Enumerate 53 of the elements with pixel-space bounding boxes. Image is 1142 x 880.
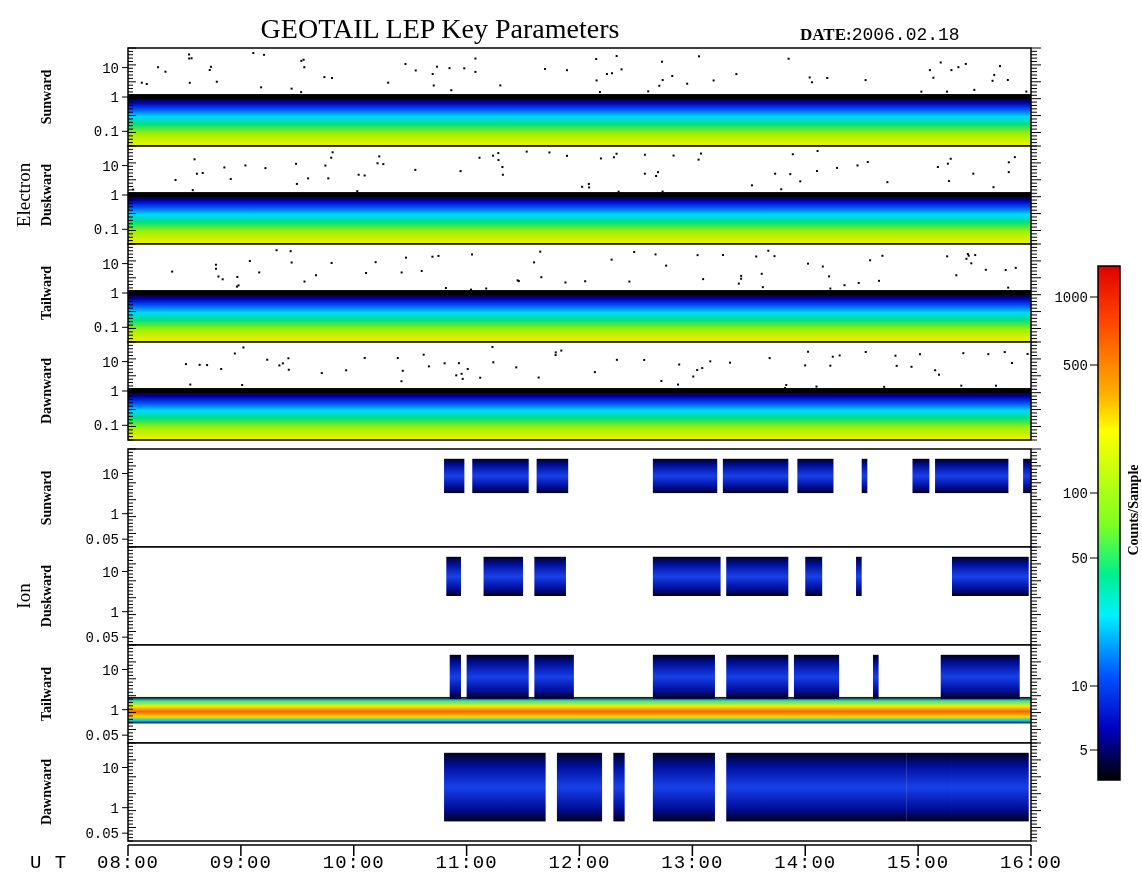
color-scale-title: Counts/Sample xyxy=(1126,464,1141,556)
axis-tick-label: 0.1 xyxy=(93,418,119,435)
panel-label: Dawnward xyxy=(39,357,54,425)
axis-tick-label: 0.05 xyxy=(85,532,119,549)
axis-tick-label: 0.1 xyxy=(93,320,119,337)
axis-tick-label: 15:00 xyxy=(887,852,950,874)
panel-label: Sunward xyxy=(39,69,54,125)
color-scale-label: 1000 xyxy=(1054,290,1088,306)
axis-tick-label: 16:00 xyxy=(1000,852,1062,874)
axis-tick-label: 10 xyxy=(102,158,119,175)
panel-label: Tailward xyxy=(39,266,54,320)
axis-tick-label: 1 xyxy=(110,188,119,204)
axis-tick-label: 08:00 xyxy=(97,852,159,874)
panel-label: Dawnward xyxy=(39,758,54,826)
color-scale-label: 100 xyxy=(1062,486,1088,502)
axis-tick-label: 1 xyxy=(110,702,119,719)
axis-tick-label: 1 xyxy=(110,506,119,523)
axis-tick-label: 10 xyxy=(102,466,119,483)
axis-tick-label: 0.05 xyxy=(85,728,119,745)
group-label: Ion xyxy=(13,583,34,609)
axis-tick-label: 0.05 xyxy=(85,630,119,647)
axis-tick-label: 10 xyxy=(102,564,119,581)
axis-tick-label: 10 xyxy=(102,760,119,777)
axis-tick-label: 0.1 xyxy=(93,124,119,141)
color-scale-label: 5 xyxy=(1079,743,1088,759)
axis-tick-label: 0.05 xyxy=(85,826,119,843)
color-scale-label: 50 xyxy=(1071,551,1088,567)
axis-tick-label: 11:00 xyxy=(435,852,498,874)
axis-title: U T xyxy=(30,852,68,874)
axis-tick-label: 12:00 xyxy=(548,852,611,874)
axis-tick-label: 10 xyxy=(102,60,119,77)
axis-tick-label: 10 xyxy=(102,662,119,679)
plot-title: GEOTAIL LEP Key Parameters xyxy=(260,13,620,44)
panel-label: Tailward xyxy=(39,667,54,721)
axis-tick-label: 10 xyxy=(102,354,119,371)
axis-tick-label: 10:00 xyxy=(322,852,385,874)
axis-tick-label: 1 xyxy=(110,800,119,817)
group-label: Electron xyxy=(13,162,34,228)
axis-tick-label: 09:00 xyxy=(209,852,272,874)
axis-tick-label: 1 xyxy=(110,384,119,400)
panel-label: Duskward xyxy=(39,163,54,227)
date-label: DATE:2006.02.18 xyxy=(800,25,960,45)
axis-tick-label: 10 xyxy=(102,256,119,273)
axis-tick-label: 13:00 xyxy=(661,852,724,874)
panel-label: Duskward xyxy=(39,564,54,628)
color-scale-label: 500 xyxy=(1062,358,1088,374)
axis-tick-label: 1 xyxy=(110,286,119,302)
panel-label: Sunward xyxy=(39,470,54,526)
axis-tick-label: 14:00 xyxy=(774,852,837,874)
axis-tick-label: 0.1 xyxy=(93,222,119,239)
axis-tick-label: 1 xyxy=(110,604,119,621)
axis-tick-label: 1 xyxy=(110,90,119,106)
color-scale-label: 10 xyxy=(1071,679,1088,695)
